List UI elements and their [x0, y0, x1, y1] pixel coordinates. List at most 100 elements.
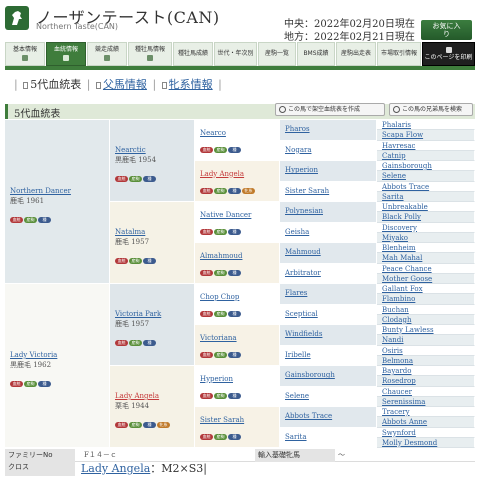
badge-b2[interactable]: 産駒	[24, 380, 37, 387]
horse-name-link[interactable]: Victoria Park	[115, 310, 161, 318]
badge-b2[interactable]: 産駒	[214, 352, 227, 358]
tab-sire-info[interactable]: 種牡馬情報	[128, 42, 172, 66]
horse-name-link[interactable]: Abbots Trace	[382, 183, 429, 191]
badge-b3[interactable]: 種	[228, 352, 241, 358]
horse-name-link[interactable]: Flambino	[382, 295, 415, 303]
search-siblings-button[interactable]: この馬の兄弟馬を検索	[389, 103, 473, 116]
badge-b2[interactable]: 産駒	[214, 270, 227, 276]
badge-b3[interactable]: 種	[143, 257, 156, 264]
horse-name-link[interactable]: Sister Sarah	[200, 416, 244, 424]
dam-line-link[interactable]: 牝系情報	[169, 78, 213, 91]
badge-b3[interactable]: 種	[228, 311, 241, 317]
horse-name-link[interactable]: Swynford	[382, 429, 416, 437]
horse-name-link[interactable]: Chop Chop	[200, 293, 242, 301]
horse-name-link[interactable]: Scapa Flow	[382, 131, 423, 139]
badge-b1[interactable]: 血統	[10, 380, 23, 387]
horse-name-link[interactable]: Buchan	[382, 306, 409, 314]
horse-name-link[interactable]: Osiris	[382, 347, 403, 355]
horse-name-link[interactable]: Pharos	[285, 125, 310, 133]
tab-bms-results[interactable]: BMS成績	[297, 42, 335, 66]
badge-b4[interactable]: 牝系	[242, 188, 255, 194]
horse-name-link[interactable]: Sarita	[285, 433, 307, 441]
badge-b3[interactable]: 種	[143, 175, 156, 182]
badge-b1[interactable]: 血統	[115, 339, 128, 346]
horse-name-link[interactable]: Gainsborough	[285, 371, 335, 379]
make-pedigree-button[interactable]: この馬で架空血統表を作成	[275, 103, 385, 116]
horse-name-link[interactable]: Tracery	[382, 408, 410, 416]
horse-name-link[interactable]: Phalaris	[382, 121, 411, 129]
horse-name-link[interactable]: Geisha	[285, 228, 309, 236]
horse-name-link[interactable]: Hyperion	[285, 166, 318, 174]
badge-b1[interactable]: 血統	[10, 216, 23, 223]
badge-b1[interactable]: 血統	[200, 393, 213, 399]
badge-b1[interactable]: 血統	[115, 421, 128, 428]
badge-b3[interactable]: 種	[228, 434, 241, 440]
badge-b2[interactable]: 産駒	[129, 175, 142, 182]
horse-name-link[interactable]: Bayardo	[382, 367, 412, 375]
horse-name-link[interactable]: Sister Sarah	[285, 187, 329, 195]
horse-name-link[interactable]: Hyperion	[200, 375, 242, 383]
badge-b1[interactable]: 血統	[200, 434, 213, 440]
tab-generation[interactable]: 世代・年次別	[214, 42, 257, 66]
tab-race-results[interactable]: 競走成績	[87, 42, 127, 66]
badge-b2[interactable]: 産駒	[214, 393, 227, 399]
horse-name-link[interactable]: Sarita	[382, 193, 404, 201]
horse-name-link[interactable]: Peace Chance	[382, 265, 432, 273]
badge-b2[interactable]: 産駒	[214, 147, 227, 153]
horse-name-link[interactable]: Nearco	[200, 129, 242, 137]
favorite-button[interactable]: お気に入 り	[421, 20, 472, 40]
badge-b2[interactable]: 産駒	[214, 229, 227, 235]
horse-name-link[interactable]: Almahmoud	[200, 252, 242, 260]
horse-name-link[interactable]: Flares	[285, 289, 307, 297]
horse-name-link[interactable]: Victoriana	[200, 334, 242, 342]
badge-b3[interactable]: 種	[38, 216, 51, 223]
tab-sire-results[interactable]: 種牡馬成績	[173, 42, 213, 66]
horse-name-link[interactable]: Black Polly	[382, 213, 421, 221]
horse-name-link[interactable]: Chaucer	[382, 388, 412, 396]
badge-b1[interactable]: 血統	[200, 147, 213, 153]
subnav-dam-line[interactable]: 牝系情報	[161, 76, 213, 92]
horse-name-link[interactable]: Havresac	[382, 142, 415, 150]
horse-name-link[interactable]: Windfields	[285, 330, 322, 338]
badge-b2[interactable]: 産駒	[214, 188, 227, 194]
horse-name-link[interactable]: Selene	[285, 392, 309, 400]
badge-b1[interactable]: 血統	[200, 311, 213, 317]
horse-name-link[interactable]: Molly Desmond	[382, 439, 437, 447]
tab-market[interactable]: 市場取引情報	[377, 42, 421, 66]
badge-b2[interactable]: 産駒	[24, 216, 37, 223]
horse-name-link[interactable]: Rosedrop	[382, 377, 416, 385]
badge-b3[interactable]: 種	[143, 339, 156, 346]
horse-name-link[interactable]: Serenissima	[382, 398, 425, 406]
sire-line-link[interactable]: 父馬情報	[103, 78, 147, 91]
horse-name-link[interactable]: Native Dancer	[200, 211, 251, 219]
badge-b3[interactable]: 種	[143, 421, 156, 428]
horse-name-link[interactable]: Northern Dancer	[10, 187, 71, 195]
horse-name-link[interactable]: Arbitrator	[285, 269, 321, 277]
horse-name-link[interactable]: Mah Mahal	[382, 254, 422, 262]
badge-b2[interactable]: 産駒	[129, 257, 142, 264]
badge-b2[interactable]: 産駒	[214, 311, 227, 317]
tab-pedigree[interactable]: 血統情報	[46, 42, 86, 66]
horse-name-link[interactable]: Abbots Anne	[382, 418, 427, 426]
horse-name-link[interactable]: Polynesian	[285, 207, 323, 215]
horse-name-link[interactable]: Blenheim	[382, 244, 416, 252]
horse-name-link[interactable]: Miyako	[382, 234, 408, 242]
horse-name-link[interactable]: Gainsborough	[382, 162, 432, 170]
horse-name-link[interactable]: Iribelle	[285, 351, 311, 359]
horse-name-link[interactable]: Bunty Lawless	[382, 326, 434, 334]
badge-b2[interactable]: 産駒	[214, 434, 227, 440]
badge-b1[interactable]: 血統	[200, 229, 213, 235]
horse-name-link[interactable]: Sceptical	[285, 310, 318, 318]
horse-name-link[interactable]: Mother Goose	[382, 275, 432, 283]
badge-b1[interactable]: 血統	[115, 257, 128, 264]
subnav-sire-line[interactable]: 父馬情報	[95, 76, 147, 92]
horse-name-link[interactable]: Unbreakable	[382, 203, 428, 211]
badge-b3[interactable]: 種	[228, 270, 241, 276]
badge-b2[interactable]: 産駒	[129, 421, 142, 428]
badge-b3[interactable]: 種	[228, 188, 241, 194]
print-page-button[interactable]: このページを印刷	[422, 42, 475, 66]
horse-name-link[interactable]: Abbots Trace	[285, 412, 332, 420]
badge-b3[interactable]: 種	[228, 229, 241, 235]
horse-name-link[interactable]: Nearctic	[115, 146, 157, 154]
cross-horse-link[interactable]: Lady Angela	[81, 462, 150, 475]
